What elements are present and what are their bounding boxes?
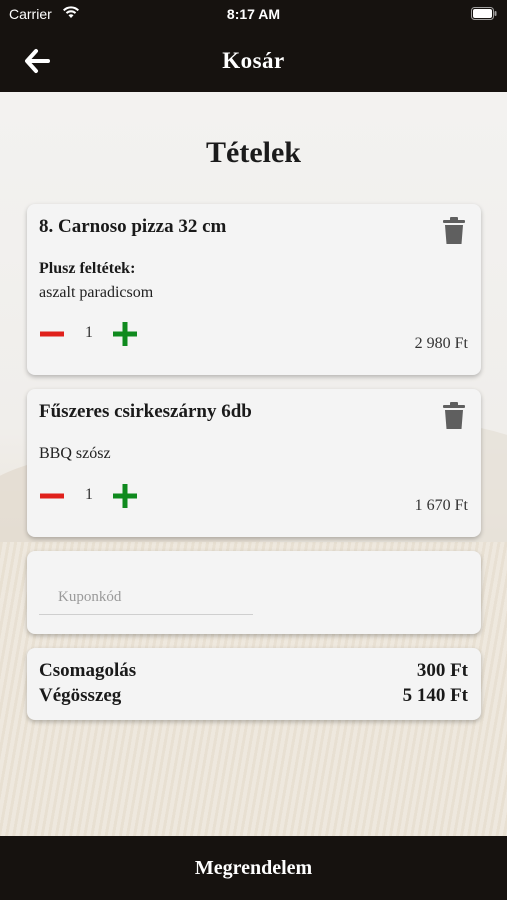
extras-text: BBQ szósz xyxy=(39,445,111,462)
page-heading: Tételek xyxy=(206,136,301,169)
item-price: 2 980 Ft xyxy=(414,335,468,352)
cart-item-card: Fűszeres csirkeszárny 6db BBQ szósz 1 1 … xyxy=(27,389,481,537)
clock: 8:17 AM xyxy=(226,6,281,22)
plus-icon[interactable] xyxy=(112,321,138,347)
item-name: 8. Carnoso pizza 32 cm xyxy=(39,216,227,237)
trash-icon[interactable] xyxy=(443,402,465,430)
item-price: 1 670 Ft xyxy=(414,497,468,514)
summary-card: Csomagolás 300 Ft Végösszeg 5 140 Ft xyxy=(27,648,481,720)
nav-title: Kosár xyxy=(222,48,285,73)
total-value: 5 140 Ft xyxy=(402,685,468,706)
minus-icon[interactable] xyxy=(39,483,65,509)
minus-icon[interactable] xyxy=(39,321,65,347)
item-name: Fűszeres csirkeszárny 6db xyxy=(39,401,252,422)
cart-item-card: 8. Carnoso pizza 32 cm Plusz feltétek: a… xyxy=(27,204,481,375)
coupon-code-input[interactable] xyxy=(39,581,253,615)
order-button[interactable]: Megrendelem xyxy=(0,836,507,900)
trash-icon[interactable] xyxy=(443,217,465,245)
status-bar: Carrier 8:17 AM xyxy=(0,0,507,28)
extras-label: Plusz feltétek: xyxy=(39,260,136,277)
top-bar: Carrier 8:17 AM Kosár xyxy=(0,0,507,92)
coupon-card xyxy=(27,551,481,634)
quantity-value: 1 xyxy=(85,486,93,503)
extras-text: aszalt paradicsom xyxy=(39,284,154,301)
quantity-value: 1 xyxy=(85,324,93,341)
total-label: Végösszeg xyxy=(39,685,122,706)
plus-icon[interactable] xyxy=(112,483,138,509)
packaging-label: Csomagolás xyxy=(39,660,137,681)
battery-icon xyxy=(471,7,497,20)
packaging-value: 300 Ft xyxy=(416,660,468,681)
